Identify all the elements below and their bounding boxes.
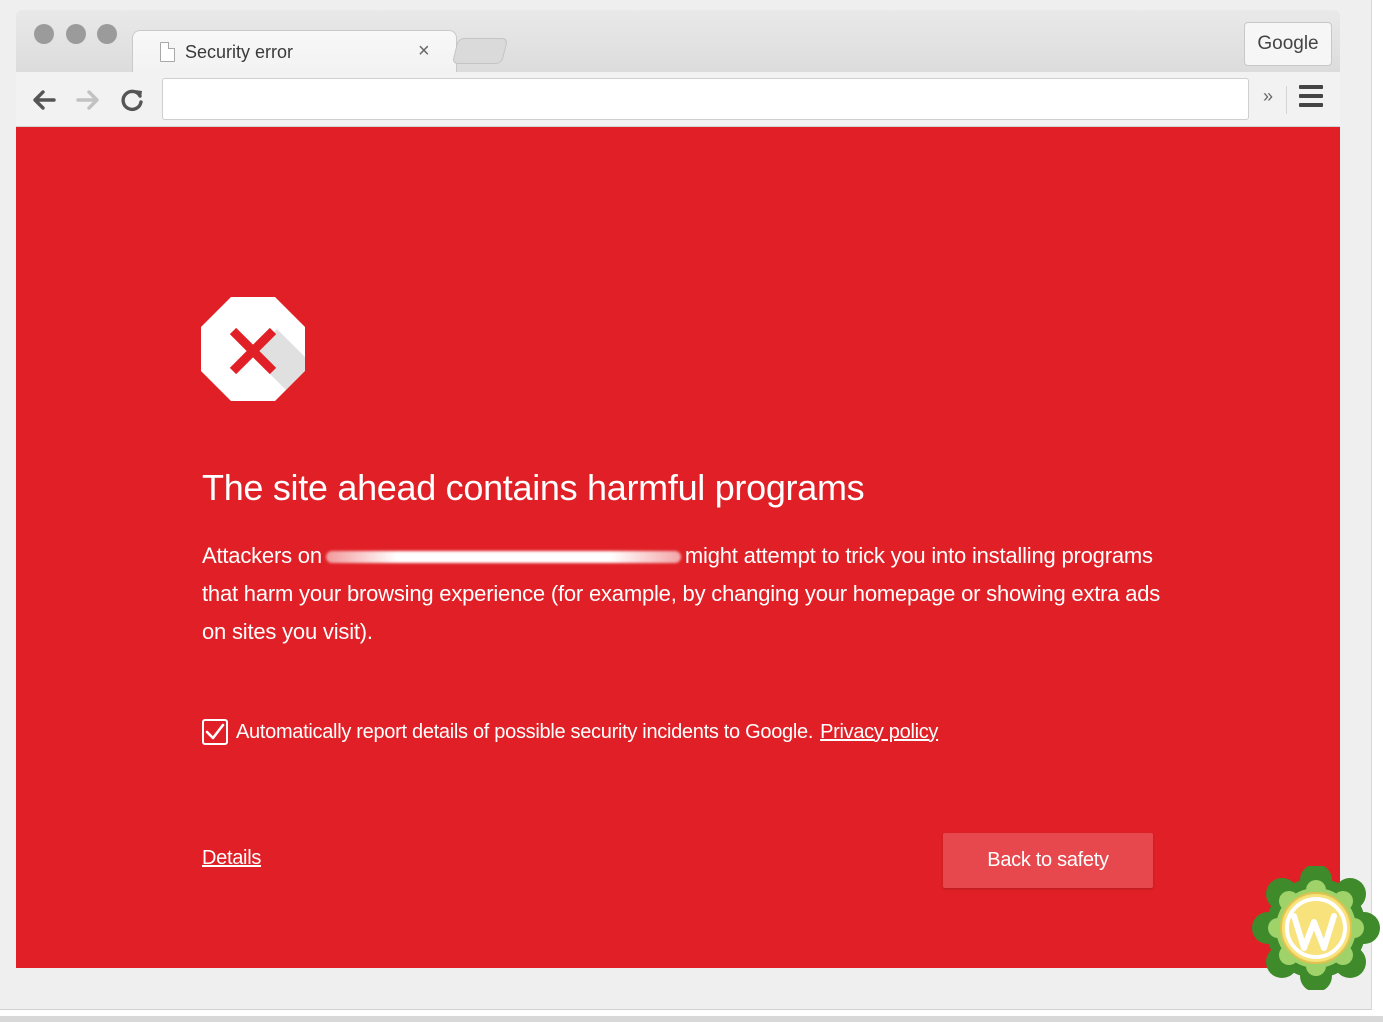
reload-icon[interactable] <box>116 84 148 116</box>
document-icon <box>160 42 175 62</box>
address-input[interactable] <box>163 79 1248 119</box>
toolbar-divider <box>1286 86 1287 114</box>
hamburger-menu-icon[interactable] <box>1299 85 1323 111</box>
zoom-window-button[interactable] <box>97 24 117 44</box>
tab-security-error[interactable]: Security error × <box>132 30 457 74</box>
page-divider <box>0 1016 1383 1022</box>
page-title: The site ahead contains harmful programs <box>202 467 865 508</box>
minimize-window-button[interactable] <box>66 24 86 44</box>
address-bar[interactable] <box>162 78 1249 120</box>
back-to-safety-button[interactable]: Back to safety <box>943 833 1153 888</box>
report-option: Automatically report details of possible… <box>202 717 938 747</box>
checkmark-icon <box>205 723 225 740</box>
toolbar: » <box>16 72 1340 127</box>
description-start: Attackers on <box>202 543 322 568</box>
forward-arrow-icon[interactable] <box>72 84 104 116</box>
report-checkbox[interactable] <box>202 719 228 745</box>
extensions-overflow-icon[interactable]: » <box>1263 86 1273 107</box>
octagon-x-icon <box>201 297 305 401</box>
redacted-url <box>325 551 681 564</box>
details-link[interactable]: Details <box>202 847 261 870</box>
interstitial-page: The site ahead contains harmful programs… <box>16 127 1340 968</box>
report-label: Automatically report details of possible… <box>236 720 814 743</box>
back-arrow-icon[interactable] <box>28 84 60 116</box>
close-window-button[interactable] <box>34 24 54 44</box>
browser-window: Security error × Google » The site ahead… <box>0 0 1372 1010</box>
tab-close-icon[interactable]: × <box>418 39 430 63</box>
privacy-policy-link[interactable]: Privacy policy <box>820 721 938 744</box>
new-tab-button[interactable] <box>451 38 509 64</box>
warning-description: Attackers on might attempt to trick you i… <box>202 537 1172 651</box>
tab-title: Security error <box>185 42 294 62</box>
wordpress-logo-icon <box>1252 866 1380 990</box>
profile-button[interactable]: Google <box>1244 22 1332 66</box>
